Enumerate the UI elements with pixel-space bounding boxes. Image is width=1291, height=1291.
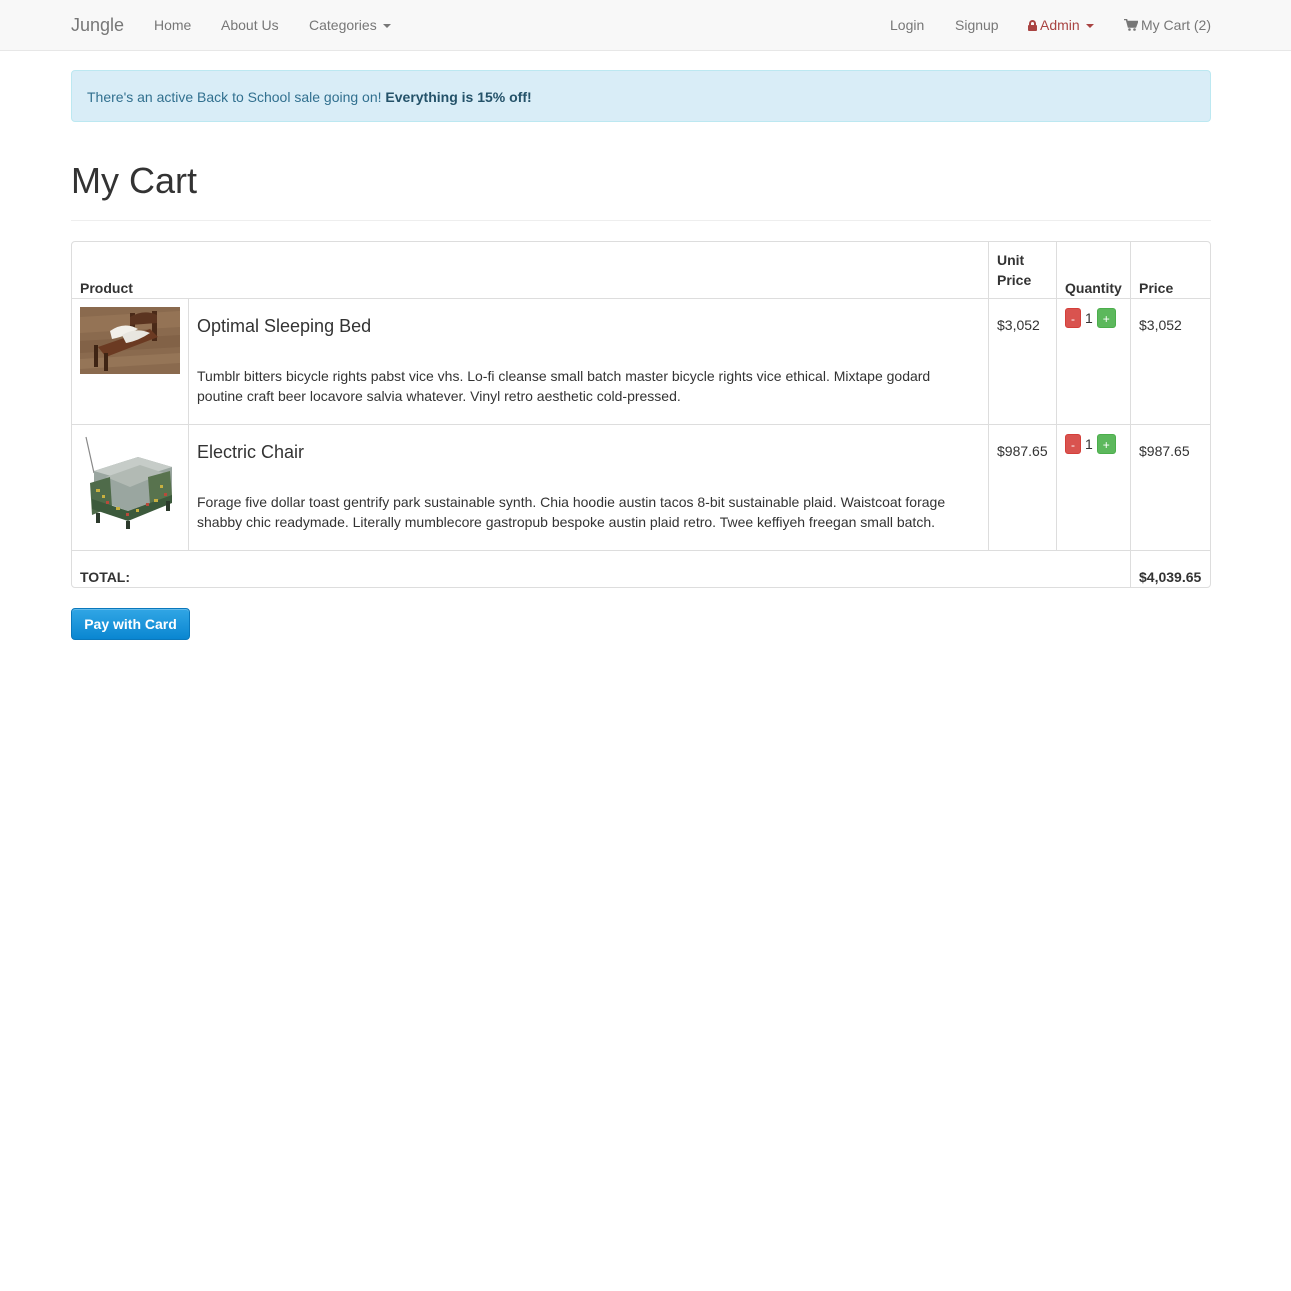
lock-icon: [1028, 20, 1037, 31]
quantity-value: 1: [1085, 310, 1093, 326]
quantity-column-divider: [1056, 242, 1057, 550]
nav-cart[interactable]: My Cart (2): [1124, 16, 1211, 34]
shopping-cart-icon: [1124, 19, 1138, 31]
header-unit-price: Unit Price: [989, 250, 1039, 290]
header-price: Price: [1139, 280, 1174, 296]
product-description: Tumblr bitters bicycle rights pabst vice…: [197, 368, 931, 404]
header-quantity: Quantity: [1065, 280, 1122, 296]
line-price: $3,052: [1139, 317, 1182, 333]
quantity-value: 1: [1085, 436, 1093, 452]
sale-alert: There's an active Back to School sale go…: [71, 70, 1211, 122]
image-column-divider: [188, 299, 189, 550]
sale-alert-emphasis: Everything is 15% off!: [385, 89, 532, 105]
unit-price: $3,052: [997, 317, 1040, 333]
caret-down-icon: [382, 24, 391, 29]
pay-with-card-button[interactable]: Pay with Card: [71, 608, 190, 640]
quantity-control: - 1 +: [1065, 434, 1116, 454]
title-divider: [71, 220, 1211, 221]
decrease-quantity-button[interactable]: -: [1065, 308, 1081, 328]
nav-categories[interactable]: Categories: [309, 16, 391, 34]
row-divider: [72, 424, 1210, 425]
nav-cart-label: My Cart (2): [1141, 17, 1211, 33]
page-title: My Cart: [71, 160, 197, 201]
header-unit-price-line1: Unit: [997, 252, 1025, 268]
nav-signup[interactable]: Signup: [955, 16, 999, 34]
increase-quantity-button[interactable]: +: [1096, 434, 1116, 454]
price-column-divider: [1130, 242, 1131, 587]
line-price: $987.65: [1139, 443, 1190, 459]
decrease-quantity-button[interactable]: -: [1065, 434, 1081, 454]
header-unit-price-line2: Price: [997, 272, 1032, 288]
unit-price-column-divider: [988, 242, 989, 550]
bed-product-image: [80, 307, 180, 374]
nav-admin[interactable]: Admin: [1028, 16, 1094, 34]
nav-about[interactable]: About Us: [221, 16, 279, 34]
caret-down-icon: [1085, 24, 1094, 29]
sale-alert-text: There's an active Back to School sale go…: [87, 89, 382, 105]
nav-login[interactable]: Login: [890, 16, 924, 34]
increase-quantity-button[interactable]: +: [1096, 308, 1116, 328]
header-product: Product: [80, 280, 133, 296]
unit-price: $987.65: [997, 443, 1048, 459]
total-divider: [72, 550, 1210, 551]
quantity-control: - 1 +: [1065, 308, 1116, 328]
navbar: Jungle Home About Us Categories Login Si…: [0, 0, 1291, 51]
total-label: TOTAL:: [80, 569, 131, 585]
header-divider: [72, 298, 1210, 299]
total-value: $4,039.65: [1139, 569, 1202, 585]
nav-categories-label: Categories: [309, 17, 377, 33]
product-name[interactable]: Optimal Sleeping Bed: [197, 315, 371, 337]
product-name[interactable]: Electric Chair: [197, 441, 304, 463]
product-description: Forage five dollar toast gentrify park s…: [197, 494, 946, 530]
brand-link[interactable]: Jungle: [71, 14, 124, 36]
nav-home[interactable]: Home: [154, 16, 191, 34]
nav-admin-label: Admin: [1040, 17, 1080, 33]
cart-table: Product Unit Price Quantity Price Optima…: [71, 241, 1211, 588]
chair-product-image: [80, 433, 180, 533]
